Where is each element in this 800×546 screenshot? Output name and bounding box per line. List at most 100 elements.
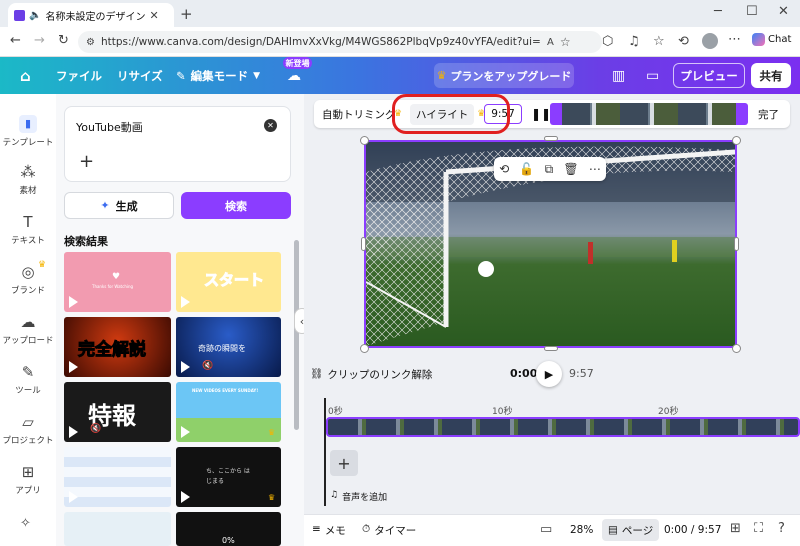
more-menu-icon[interactable]: ⋯ <box>728 32 741 47</box>
resize-handle[interactable] <box>734 237 739 251</box>
resize-handle[interactable] <box>732 344 741 353</box>
help-icon[interactable]: ? <box>778 521 785 536</box>
resize-handle[interactable] <box>732 136 741 145</box>
template-thumb[interactable] <box>64 447 171 507</box>
new-badge: 新登場 <box>283 57 312 69</box>
thumb-text: NEW VIDEOS EVERY SUNDAY! <box>192 388 259 393</box>
resize-handle[interactable] <box>360 136 369 145</box>
current-time: 0:00 <box>510 367 538 380</box>
clear-search-icon[interactable]: ✕ <box>264 119 277 132</box>
grid-view-icon[interactable]: ⊞ <box>730 521 741 536</box>
history-icon[interactable]: ⟲ <box>678 34 689 49</box>
add-clip-button[interactable]: + <box>330 450 358 476</box>
template-thumb[interactable]: 完全解説 <box>64 317 171 377</box>
duplicate-icon[interactable]: ⧉ <box>545 162 554 177</box>
add-icon[interactable]: + <box>79 151 94 172</box>
tab-close-icon[interactable]: ✕ <box>149 9 158 22</box>
fullscreen-icon[interactable]: ⛶ <box>754 521 763 536</box>
lock-icon[interactable]: 🔓 <box>519 162 534 176</box>
comment-add-icon[interactable]: ⟲ <box>499 162 509 176</box>
search-query: YouTube動画 <box>76 121 143 134</box>
rail-item-brand[interactable]: ◎ ブランド ♛ <box>0 256 56 302</box>
add-audio-button[interactable]: ♫ 音声を追加 <box>330 490 387 503</box>
brand-icon: ◎ <box>21 262 35 281</box>
panel-scrollbar[interactable] <box>294 240 299 430</box>
template-thumb[interactable]: 0% <box>176 512 281 546</box>
zoom-level[interactable]: 28% <box>570 524 593 536</box>
preview-button[interactable]: プレビュー <box>673 63 745 88</box>
magic-icon[interactable]: ✧ <box>20 516 31 531</box>
template-thumb[interactable]: ち、ここから はじまる ♛ <box>176 447 281 507</box>
auto-trim-button[interactable]: 自動トリミング <box>322 100 396 128</box>
home-icon[interactable]: ⌂ <box>20 57 31 94</box>
video-toolbar: 自動トリミング ♛ ハイライト ♛ 9:57 ❚❚ 完了 <box>314 100 790 128</box>
bottom-bar: ≡ メモ ⏱ タイマー ▭ 28% ▤ ページ 0:00 / 9:57 ⊞ ⛶ … <box>304 514 800 546</box>
playhead[interactable] <box>324 398 326 506</box>
browser-tab[interactable]: 🔈 名称未設定のデザイン - 動画 ✕ <box>8 3 174 27</box>
back-icon[interactable]: ← <box>10 33 21 48</box>
generate-button[interactable]: ✦ 生成 <box>64 192 174 219</box>
media-icon[interactable]: ♫ <box>628 34 640 49</box>
minimize-icon[interactable]: ─ <box>714 4 722 19</box>
site-info-icon[interactable]: ⚙ <box>86 37 95 48</box>
trim-handle-left[interactable] <box>550 103 562 125</box>
template-thumb[interactable]: 特報 🔇 <box>64 382 171 442</box>
maximize-icon[interactable]: ☐ <box>746 4 758 19</box>
done-button[interactable]: 完了 <box>758 100 779 128</box>
upgrade-button[interactable]: ♛ プランをアップグレード <box>434 63 574 88</box>
comment-icon[interactable]: ▭ <box>646 57 659 94</box>
file-menu[interactable]: ファイル <box>56 57 102 94</box>
page-view-icon[interactable]: ▭ <box>540 522 552 537</box>
rail-label: テンプレート <box>2 137 54 148</box>
rail-item-projects[interactable]: ▱ プロジェクト <box>0 406 56 452</box>
analytics-icon[interactable]: ▥ <box>612 57 625 94</box>
resize-handle[interactable] <box>544 346 558 351</box>
search-button[interactable]: 検索 <box>181 192 291 219</box>
favorites-icon[interactable]: ☆ <box>653 34 665 49</box>
edit-mode-menu[interactable]: ✎ 編集モード ▼ <box>176 57 260 94</box>
sparkle-icon: ✦ <box>100 199 110 212</box>
url-bar[interactable]: ⚙ https://www.canva.com/design/DAHImvXxV… <box>78 31 602 53</box>
template-thumb[interactable]: NEW VIDEOS EVERY SUNDAY! ♛ <box>176 382 281 442</box>
share-button[interactable]: 共有 <box>751 63 791 88</box>
reload-icon[interactable]: ↻ <box>58 33 69 48</box>
new-tab-icon[interactable]: + <box>180 5 193 23</box>
video-track[interactable] <box>326 417 800 437</box>
template-thumb[interactable] <box>64 512 171 546</box>
rail-item-text[interactable]: T テキスト <box>0 206 56 252</box>
rail-item-elements[interactable]: ⁂ 素材 <box>0 156 56 202</box>
resize-handle[interactable] <box>360 344 369 353</box>
timer-button[interactable]: ⏱ タイマー <box>362 523 416 538</box>
template-thumb[interactable]: 奇跡の瞬間を 🔇 <box>176 317 281 377</box>
resize-menu[interactable]: リサイズ <box>117 57 163 94</box>
page-toggle[interactable]: ▤ ページ <box>602 519 660 541</box>
forward-icon[interactable]: → <box>34 33 45 48</box>
pause-icon[interactable]: ❚❚ <box>531 100 551 128</box>
trim-handle-right[interactable] <box>736 103 748 125</box>
window-close-icon[interactable]: ✕ <box>778 4 789 19</box>
resize-handle[interactable] <box>361 237 366 251</box>
template-thumb[interactable]: ♥ Thanks for Watching <box>64 252 171 312</box>
favorite-star-icon[interactable]: ☆ <box>560 35 571 49</box>
tab-audio-icon[interactable]: 🔈 <box>29 10 41 21</box>
clip-filmstrip[interactable] <box>562 103 736 125</box>
play-button[interactable]: ▶ <box>536 361 562 387</box>
thumb-text: 0% <box>222 536 235 545</box>
notes-button[interactable]: ≡ メモ <box>312 523 346 538</box>
extensions-icon[interactable]: ⬡ <box>602 34 613 49</box>
rail-item-templates[interactable]: ▮ テンプレート <box>0 108 56 154</box>
unlink-clip-button[interactable]: ⛓ クリップのリンク解除 <box>310 367 432 382</box>
search-input[interactable]: YouTube動画 ✕ + <box>64 106 291 182</box>
elements-icon: ⁂ <box>20 162 36 181</box>
rail-item-upload[interactable]: ☁ アップロード <box>0 306 56 352</box>
read-aloud-icon[interactable]: A <box>547 37 554 48</box>
timer-icon: ⏱ <box>362 523 371 535</box>
rail-item-apps[interactable]: ⊞ アプリ <box>0 456 56 502</box>
resize-handle[interactable] <box>544 136 558 141</box>
trash-icon[interactable]: 🗑 <box>563 162 578 176</box>
copilot-button[interactable]: Chat <box>752 33 791 46</box>
profile-avatar[interactable] <box>702 33 718 49</box>
more-icon[interactable]: ⋯ <box>589 162 601 176</box>
rail-item-tools[interactable]: ✎ ツール <box>0 356 56 402</box>
template-thumb[interactable]: スタート <box>176 252 281 312</box>
